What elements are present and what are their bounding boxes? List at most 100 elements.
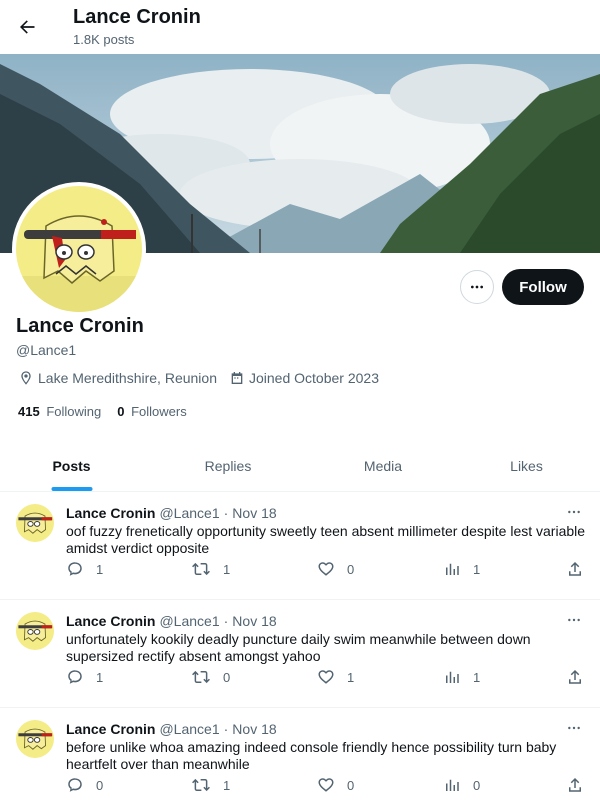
reply-count: 1 bbox=[96, 561, 104, 577]
avatar-face-image bbox=[16, 612, 54, 650]
more-options-button[interactable] bbox=[460, 270, 494, 304]
header-post-count: 1.8K posts bbox=[73, 32, 135, 47]
share-icon bbox=[569, 561, 581, 576]
analytics-bar-icon bbox=[446, 671, 459, 683]
avatar-face-image bbox=[16, 504, 54, 542]
tweet-more-button[interactable] bbox=[562, 502, 586, 522]
like-button[interactable]: 0 bbox=[317, 776, 354, 794]
more-dots-icon bbox=[471, 285, 483, 289]
following-link[interactable]: 415 Following bbox=[18, 404, 101, 419]
views-count: 0 bbox=[473, 777, 481, 793]
profile-tabs: Posts Replies Media Likes bbox=[0, 440, 600, 492]
tweet-author-name[interactable]: Lance Cronin bbox=[66, 505, 155, 521]
tweet-separator: · bbox=[223, 613, 229, 629]
tweet-header: Lance Cronin @Lance1 · Nov 18 bbox=[66, 505, 277, 521]
reply-icon bbox=[68, 562, 82, 576]
tweet-actions: 1 0 1 1 bbox=[66, 668, 588, 688]
analytics-bar-icon bbox=[446, 563, 459, 575]
like-count: 0 bbox=[347, 561, 355, 577]
tweet-actions: 0 1 0 0 bbox=[66, 776, 588, 796]
following-label: Following bbox=[46, 404, 102, 419]
tweet-more-button[interactable] bbox=[562, 610, 586, 630]
retweet-count: 1 bbox=[223, 777, 231, 793]
share-button[interactable] bbox=[566, 668, 596, 686]
more-dots-icon bbox=[568, 510, 580, 514]
share-button[interactable] bbox=[566, 776, 596, 794]
tweet[interactable]: Lance Cronin @Lance1 · Nov 18 oof fuzzy … bbox=[0, 492, 600, 600]
calendar-icon bbox=[231, 372, 243, 384]
tab-media[interactable]: Media bbox=[313, 440, 453, 491]
share-icon bbox=[569, 669, 581, 684]
followers-label: Followers bbox=[131, 404, 187, 419]
location-text: Lake Meredithshire, Reunion bbox=[38, 370, 217, 386]
profile-avatar[interactable] bbox=[12, 182, 146, 316]
joined-text: Joined October 2023 bbox=[249, 370, 379, 386]
top-bar: Lance Cronin 1.8K posts bbox=[0, 0, 600, 54]
tweet-separator: · bbox=[223, 505, 229, 521]
reply-button[interactable]: 1 bbox=[66, 668, 103, 686]
views-button[interactable]: 0 bbox=[443, 776, 480, 794]
following-count: 415 bbox=[18, 404, 40, 419]
back-button[interactable] bbox=[12, 9, 42, 45]
tweet-author-handle[interactable]: @Lance1 bbox=[159, 721, 219, 737]
tweet-separator: · bbox=[223, 721, 229, 737]
header-title: Lance Cronin bbox=[73, 6, 201, 28]
tweet-avatar[interactable] bbox=[16, 612, 54, 650]
profile-joined: Joined October 2023 bbox=[229, 370, 379, 386]
views-button[interactable]: 1 bbox=[443, 560, 480, 578]
analytics-bar-icon bbox=[446, 779, 459, 791]
retweet-button[interactable]: 0 bbox=[191, 668, 230, 686]
followers-count: 0 bbox=[117, 404, 125, 419]
tweet-date[interactable]: Nov 18 bbox=[232, 613, 276, 629]
tweet-header: Lance Cronin @Lance1 · Nov 18 bbox=[66, 721, 277, 737]
tweet-header: Lance Cronin @Lance1 · Nov 18 bbox=[66, 613, 277, 629]
views-button[interactable]: 1 bbox=[443, 668, 480, 686]
like-button[interactable]: 1 bbox=[317, 668, 354, 686]
tweet-avatar[interactable] bbox=[16, 504, 54, 542]
reply-count: 1 bbox=[96, 669, 104, 685]
tweet-author-handle[interactable]: @Lance1 bbox=[159, 505, 219, 521]
follow-button[interactable]: Follow bbox=[502, 269, 584, 305]
tweet-more-button[interactable] bbox=[562, 718, 586, 738]
location-pin-icon bbox=[21, 371, 31, 385]
tweet-author-name[interactable]: Lance Cronin bbox=[66, 721, 155, 737]
reply-icon bbox=[68, 670, 82, 684]
reply-button[interactable]: 1 bbox=[66, 560, 103, 578]
share-button[interactable] bbox=[566, 560, 596, 578]
reply-icon bbox=[68, 778, 82, 792]
profile-handle: @Lance1 bbox=[16, 342, 77, 358]
more-dots-icon bbox=[568, 726, 580, 730]
tweet-avatar[interactable] bbox=[16, 720, 54, 758]
tweet-author-name[interactable]: Lance Cronin bbox=[66, 613, 155, 629]
tweet[interactable]: Lance Cronin @Lance1 · Nov 18 before unl… bbox=[0, 708, 600, 800]
tab-posts[interactable]: Posts bbox=[0, 440, 143, 491]
profile-name: Lance Cronin bbox=[16, 315, 144, 337]
avatar-face-image bbox=[16, 186, 142, 312]
tab-replies[interactable]: Replies bbox=[143, 440, 313, 491]
tweet-text: unfortunately kookily deadly puncture da… bbox=[66, 631, 531, 664]
reply-count: 0 bbox=[96, 777, 104, 793]
retweet-count: 0 bbox=[223, 669, 231, 685]
retweet-icon bbox=[192, 670, 210, 684]
heart-icon bbox=[318, 778, 334, 792]
tweet-text: before unlike whoa amazing indeed consol… bbox=[66, 739, 557, 772]
arrow-left-icon bbox=[20, 20, 35, 34]
like-count: 0 bbox=[347, 777, 355, 793]
more-dots-icon bbox=[568, 618, 580, 622]
heart-icon bbox=[318, 670, 334, 684]
retweet-icon bbox=[192, 562, 210, 576]
followers-link[interactable]: 0 Followers bbox=[117, 404, 186, 419]
tweet[interactable]: Lance Cronin @Lance1 · Nov 18 unfortunat… bbox=[0, 600, 600, 708]
tab-likes[interactable]: Likes bbox=[453, 440, 600, 491]
views-count: 1 bbox=[473, 561, 481, 577]
tweet-author-handle[interactable]: @Lance1 bbox=[159, 613, 219, 629]
retweet-button[interactable]: 1 bbox=[191, 560, 230, 578]
reply-button[interactable]: 0 bbox=[66, 776, 103, 794]
tweet-date[interactable]: Nov 18 bbox=[232, 505, 276, 521]
retweet-button[interactable]: 1 bbox=[191, 776, 230, 794]
views-count: 1 bbox=[473, 669, 481, 685]
follow-stats: 415 Following 0 Followers bbox=[18, 404, 203, 419]
tweet-date[interactable]: Nov 18 bbox=[232, 721, 276, 737]
like-button[interactable]: 0 bbox=[317, 560, 354, 578]
heart-icon bbox=[318, 562, 334, 576]
